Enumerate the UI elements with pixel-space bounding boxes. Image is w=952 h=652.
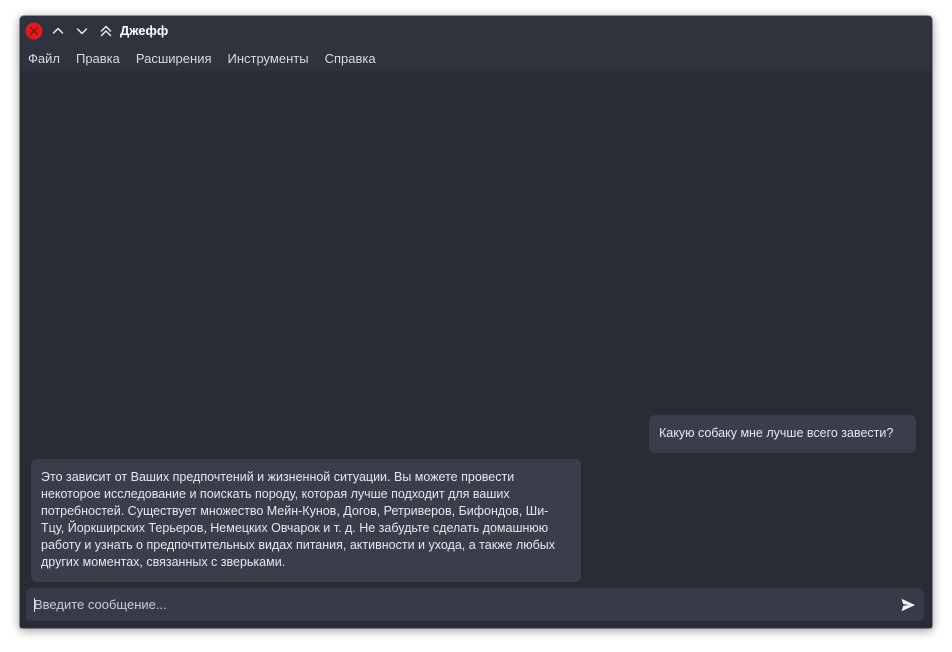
app-window: Джефф Файл Правка Расширения Инструменты… [20,16,932,628]
maximize-button[interactable] [72,21,92,41]
send-button[interactable] [898,595,918,615]
double-chevron-up-icon [100,25,112,37]
chat-area[interactable]: Какую собаку мне лучше всего завести? Эт… [20,71,932,586]
menu-bar: Файл Правка Расширения Инструменты Справ… [20,46,932,71]
window-title: Джефф [120,23,169,38]
menu-item-help[interactable]: Справка [325,50,376,68]
keep-above-button[interactable] [96,21,116,41]
menu-item-tools[interactable]: Инструменты [228,50,309,68]
message-input-bar [26,588,924,621]
user-message: Какую собаку мне лучше всего завести? [649,415,916,453]
close-icon [25,22,43,40]
close-button[interactable] [24,21,44,41]
minimize-button[interactable] [48,21,68,41]
menu-item-file[interactable]: Файл [28,50,60,68]
chevron-up-icon [52,27,64,34]
send-icon [901,598,915,612]
menu-item-extensions[interactable]: Расширения [136,50,212,68]
title-bar: Джефф [20,16,932,46]
message-input[interactable] [34,588,884,621]
text-caret [34,598,35,612]
chevron-down-icon [76,28,88,35]
menu-item-edit[interactable]: Правка [76,50,120,68]
assistant-message: Это зависит от Ваших предпочтений и жизн… [31,459,581,582]
